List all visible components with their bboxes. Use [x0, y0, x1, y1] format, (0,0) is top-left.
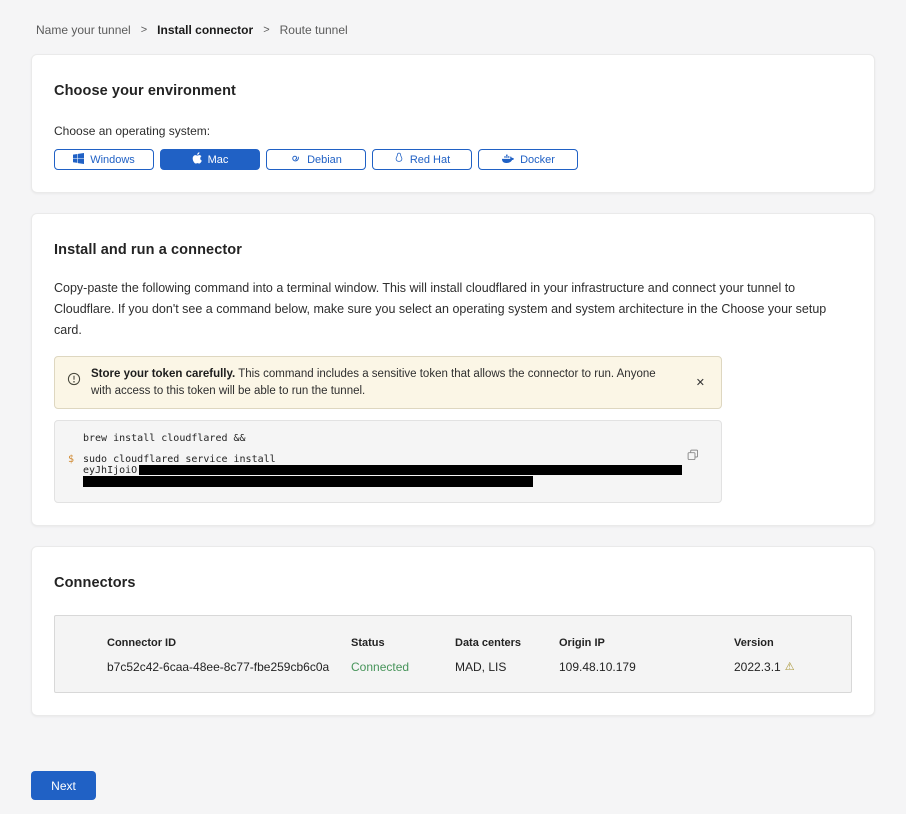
os-button-label: Mac [208, 154, 229, 166]
table-row: b7c52c42-6caa-48ee-8c77-fbe259cb6c0a Con… [107, 660, 841, 674]
os-button-redhat[interactable]: Red Hat [372, 149, 472, 170]
os-button-group: Windows Mac Debian Red Hat [54, 149, 852, 170]
environment-card-title: Choose your environment [54, 83, 852, 99]
os-button-label: Debian [307, 154, 342, 166]
breadcrumb: Name your tunnel > Install connector > R… [31, 0, 875, 54]
column-header-status: Status [351, 637, 455, 649]
close-icon[interactable]: ✕ [692, 374, 709, 391]
os-button-windows[interactable]: Windows [54, 149, 154, 170]
connectors-card-title: Connectors [54, 575, 852, 591]
tunnel-setup-page: Name your tunnel > Install connector > R… [0, 0, 906, 814]
install-card-title: Install and run a connector [54, 242, 852, 258]
connectors-table: Connector ID Status Data centers Origin … [54, 615, 852, 693]
install-connector-card: Install and run a connector Copy-paste t… [31, 213, 875, 526]
install-card-description: Copy-paste the following command into a … [54, 278, 852, 341]
docker-icon [501, 153, 514, 167]
warning-icon: ⚠ [785, 662, 795, 673]
token-prefix: eyJhIjoiO [83, 465, 137, 476]
redacted-token-bar [139, 465, 682, 475]
install-command-codeblock: $ brew install cloudflared && sudo cloud… [54, 420, 722, 503]
apple-icon [192, 152, 202, 167]
data-centers-value: MAD, LIS [455, 660, 559, 674]
column-header-connector-id: Connector ID [107, 637, 351, 649]
redacted-token-bar [83, 476, 533, 487]
connectors-card: Connectors Connector ID Status Data cent… [31, 546, 875, 716]
os-select-label: Choose an operating system: [54, 124, 852, 138]
debian-icon [290, 153, 301, 167]
connector-id-value: b7c52c42-6caa-48ee-8c77-fbe259cb6c0a [107, 660, 351, 674]
os-button-label: Red Hat [410, 154, 450, 166]
token-warning-alert: Store your token carefully. This command… [54, 356, 722, 409]
breadcrumb-name-your-tunnel[interactable]: Name your tunnel [36, 23, 131, 37]
os-button-debian[interactable]: Debian [266, 149, 366, 170]
command-line-2: sudo cloudflared service install [83, 454, 677, 465]
os-button-label: Windows [90, 154, 135, 166]
command-line-1: brew install cloudflared && [83, 433, 677, 444]
connectors-table-header: Connector ID Status Data centers Origin … [107, 637, 841, 649]
environment-card: Choose your environment Choose an operat… [31, 54, 875, 193]
shell-prompt: $ [68, 454, 74, 465]
copy-icon[interactable] [685, 447, 701, 466]
next-button[interactable]: Next [31, 771, 96, 800]
column-header-version: Version [734, 637, 841, 649]
column-header-data-centers: Data centers [455, 637, 559, 649]
os-button-docker[interactable]: Docker [478, 149, 578, 170]
os-button-mac[interactable]: Mac [160, 149, 260, 170]
status-badge: Connected [351, 660, 455, 674]
alert-text: Store your token carefully. This command… [91, 366, 671, 399]
breadcrumb-separator: > [141, 24, 147, 36]
windows-icon [73, 153, 84, 167]
version-cell: 2022.3.1 ⚠ [734, 660, 841, 674]
info-icon [67, 372, 81, 391]
breadcrumb-route-tunnel[interactable]: Route tunnel [280, 23, 348, 37]
alert-title: Store your token carefully. [91, 368, 235, 380]
redhat-icon [394, 152, 404, 167]
token-line: eyJhIjoiO [83, 465, 677, 476]
os-button-label: Docker [520, 154, 555, 166]
column-header-origin-ip: Origin IP [559, 637, 734, 649]
breadcrumb-separator: > [263, 24, 269, 36]
version-value: 2022.3.1 [734, 660, 781, 674]
origin-ip-value: 109.48.10.179 [559, 660, 734, 674]
breadcrumb-install-connector[interactable]: Install connector [157, 23, 253, 37]
